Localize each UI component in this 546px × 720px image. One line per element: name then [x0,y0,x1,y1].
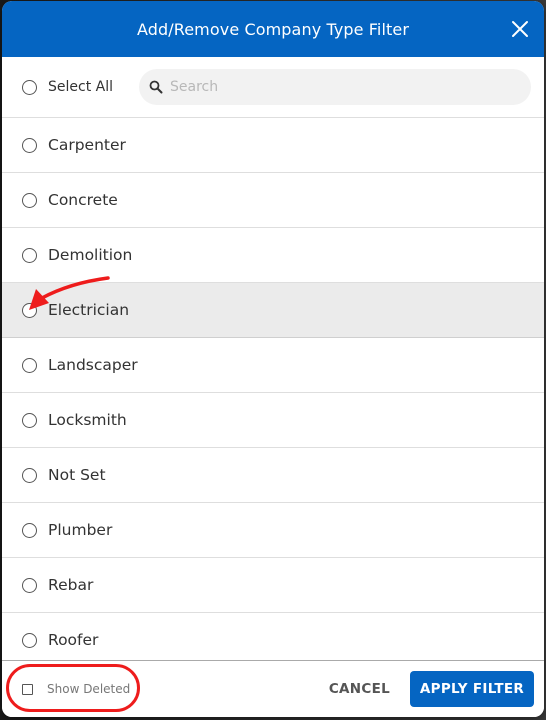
list-item-demolition[interactable]: Demolition [2,228,544,283]
list-item-roofer[interactable]: Roofer [2,613,544,660]
item-label: Roofer [48,631,99,649]
item-radio[interactable] [22,357,37,373]
company-type-filter-dialog: Add/Remove Company Type Filter Select Al… [2,1,544,717]
item-label: Not Set [48,466,106,484]
close-x-icon [512,21,528,37]
list-item-rebar[interactable]: Rebar [2,558,544,613]
search-input[interactable] [170,79,510,95]
item-label: Rebar [48,576,94,594]
item-label: Locksmith [48,411,127,429]
item-radio[interactable] [22,632,37,648]
item-radio[interactable] [22,467,37,483]
show-deleted-checkbox[interactable] [22,683,33,695]
list-item-locksmith[interactable]: Locksmith [2,393,544,448]
item-radio[interactable] [22,137,37,153]
apply-filter-button[interactable]: APPLY FILTER [410,671,534,707]
select-all-radio[interactable] [22,79,37,95]
list-item-landscaper[interactable]: Landscaper [2,338,544,393]
dialog-title: Add/Remove Company Type Filter [136,19,410,39]
company-type-list: Carpenter Concrete Demolition Electricia… [2,118,544,660]
search-icon [149,80,163,94]
item-label: Electrician [48,301,130,319]
item-label: Landscaper [48,356,138,374]
item-label: Carpenter [48,136,126,154]
list-item-plumber[interactable]: Plumber [2,503,544,558]
dialog-footer: Show Deleted CANCEL APPLY FILTER [2,660,544,717]
cancel-button[interactable]: CANCEL [329,681,390,697]
item-radio[interactable] [22,577,37,593]
item-radio[interactable] [22,247,37,263]
item-radio[interactable] [22,522,37,538]
dialog-header: Add/Remove Company Type Filter [2,1,544,57]
list-item-concrete[interactable]: Concrete [2,173,544,228]
search-box[interactable] [139,69,531,105]
item-label: Plumber [48,521,113,539]
item-radio[interactable] [22,302,37,318]
list-item-electrician[interactable]: Electrician [2,283,544,338]
item-radio[interactable] [22,192,37,208]
filter-toolbar: Select All [2,57,544,118]
item-label: Demolition [48,246,133,264]
show-deleted-toggle[interactable]: Show Deleted [22,682,130,696]
close-button[interactable] [510,19,530,39]
list-item-carpenter[interactable]: Carpenter [2,118,544,173]
show-deleted-label[interactable]: Show Deleted [47,682,130,696]
item-radio[interactable] [22,412,37,428]
item-label: Concrete [48,191,118,209]
select-all-label[interactable]: Select All [48,79,113,95]
list-item-not-set[interactable]: Not Set [2,448,544,503]
